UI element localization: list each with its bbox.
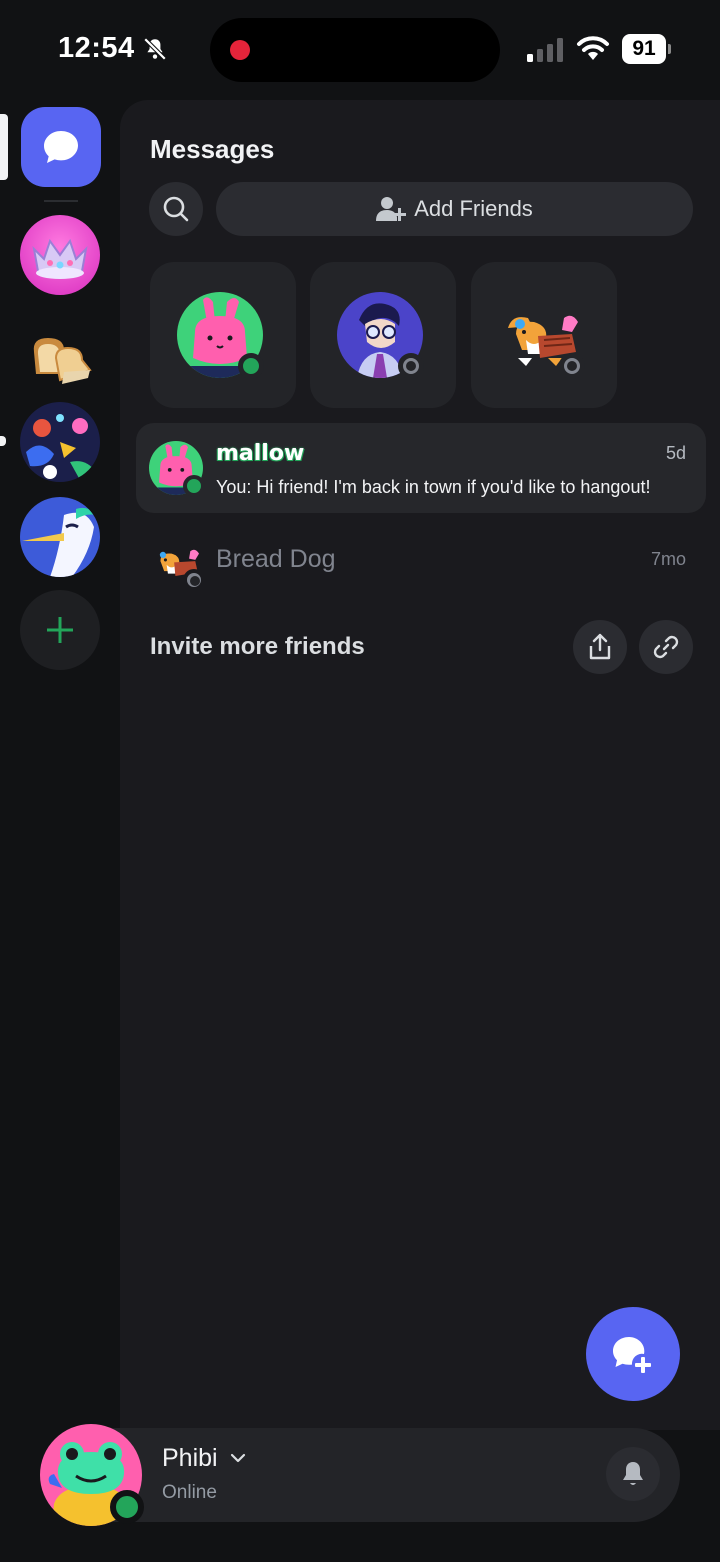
plus-icon — [47, 617, 73, 643]
recording-indicator — [230, 40, 250, 60]
copy-link-button[interactable] — [639, 620, 693, 674]
share-icon — [589, 633, 611, 660]
server-rail — [0, 100, 120, 1420]
dm-preview: You: Hi friend! I'm back in town if you'… — [216, 477, 651, 497]
page-title: Messages — [150, 134, 275, 164]
direct-messages-button[interactable] — [21, 107, 101, 187]
dm-timestamp: 5d — [665, 443, 686, 463]
offline-status-icon — [559, 353, 585, 379]
new-message-button[interactable] — [586, 1307, 680, 1401]
art-server-icon — [20, 402, 100, 482]
notifications-button[interactable] — [606, 1447, 660, 1501]
chevron-down-icon[interactable] — [230, 1452, 246, 1464]
user-panel[interactable] — [70, 1428, 680, 1522]
dm-name: Bread Dog — [216, 545, 336, 573]
offline-status-icon — [398, 353, 424, 379]
add-friends-label: Add Friends — [414, 196, 533, 221]
add-server-button[interactable] — [20, 590, 100, 670]
bell-icon — [623, 1462, 643, 1485]
dm-timestamp: 7mo — [650, 549, 686, 569]
dm-row-mallow[interactable]: mallow 5d You: Hi friend! I'm back in to… — [136, 423, 706, 513]
friend-tile-mallow[interactable] — [150, 262, 296, 408]
chat-bubble-icon — [44, 131, 78, 163]
online-status-icon — [238, 353, 264, 379]
server-crown[interactable] — [20, 215, 100, 295]
battery-indicator: 91 — [622, 34, 671, 64]
friend-tile-2[interactable] — [310, 262, 456, 408]
share-invite-button[interactable] — [573, 620, 627, 674]
bell-slash-icon — [143, 37, 167, 61]
user-status-text: Online — [162, 1482, 217, 1503]
search-button[interactable] — [149, 182, 203, 236]
search-icon — [163, 196, 189, 222]
selected-indicator — [0, 114, 8, 180]
add-friend-icon — [376, 197, 407, 221]
friend-tile-bread-dog[interactable] — [471, 262, 617, 408]
status-time: 12:54 — [58, 32, 135, 64]
user-name[interactable]: Phibi — [162, 1444, 218, 1473]
dynamic-island — [210, 18, 500, 82]
rail-separator — [44, 200, 78, 202]
wifi-icon — [577, 36, 609, 60]
server-bird[interactable] — [20, 497, 100, 577]
status-bar: 12:54 91 — [0, 0, 720, 100]
add-friends-button[interactable]: Add Friends — [216, 182, 693, 236]
unread-indicator — [0, 436, 6, 446]
server-bread[interactable] — [20, 314, 100, 394]
battery-level: 91 — [622, 34, 666, 64]
new-message-icon — [613, 1337, 651, 1373]
bread-icon — [33, 338, 92, 384]
online-status-icon — [183, 475, 205, 497]
dm-name: mallow — [216, 441, 305, 466]
offline-status-icon — [183, 569, 205, 591]
online-status-icon — [110, 1490, 144, 1524]
crown-server-icon — [20, 215, 100, 295]
server-art[interactable] — [20, 402, 100, 482]
bird-server-icon — [20, 497, 100, 577]
cellular-signal-icon — [527, 38, 563, 62]
messages-panel: Messages Add Friends mallow 5d You: Hi f… — [120, 100, 720, 1430]
link-icon — [653, 635, 679, 659]
invite-more-friends-label: Invite more friends — [150, 633, 365, 660]
dm-row-bread-dog[interactable]: Bread Dog 7mo — [136, 523, 706, 599]
